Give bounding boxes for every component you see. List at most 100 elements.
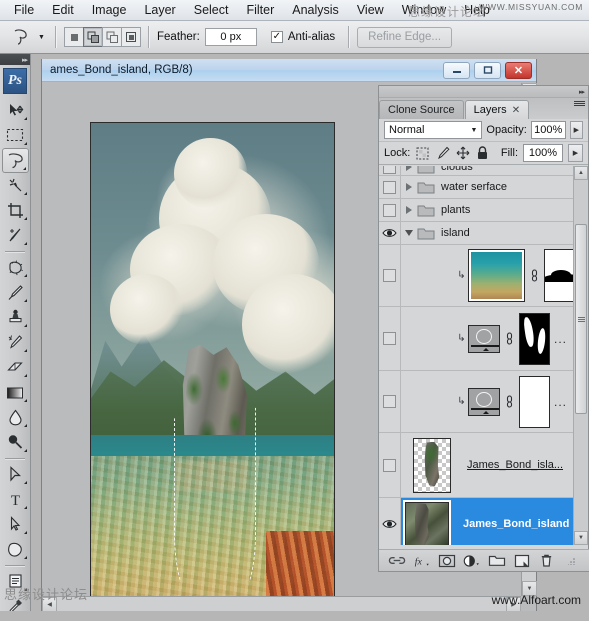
panel-scroll-down-arrow-icon[interactable]: ▼ (574, 531, 588, 545)
layer-thumbnail-adjustment-1[interactable] (468, 324, 500, 353)
disclosure-plants[interactable] (401, 206, 417, 214)
layer-thumbnail-adjustment-2[interactable] (468, 387, 500, 416)
move-tool-flyout-triangle-icon[interactable] (21, 117, 27, 120)
layer-visibility-cell-adjustment-1[interactable] (379, 307, 401, 370)
layer-mask-thumbnail-adjustment-1[interactable] (519, 312, 550, 365)
layer-row-plants[interactable]: plants (379, 199, 575, 222)
slice-tool[interactable] (0, 223, 30, 248)
visibility-toggle-reef-photo[interactable] (383, 269, 396, 282)
layer-visibility-cell-reef-photo[interactable] (379, 245, 401, 306)
blend-mode-select[interactable]: Normal ▼ (384, 121, 483, 139)
clone-stamp-tool[interactable] (0, 305, 30, 330)
menu-layer[interactable]: Layer (135, 1, 184, 20)
brush-tool[interactable] (0, 280, 30, 305)
pen-tool[interactable] (0, 462, 30, 487)
eraser-tool-flyout-triangle-icon[interactable] (21, 374, 27, 377)
visibility-toggle-adjustment-1[interactable] (383, 332, 396, 345)
feather-input[interactable]: 0 px (204, 28, 257, 46)
layer-visibility-cell-island[interactable] (379, 222, 401, 244)
lasso-icon[interactable] (6, 24, 36, 50)
blur-tool[interactable] (0, 405, 30, 430)
clone-stamp-flyout-triangle-icon[interactable] (21, 324, 27, 327)
disclosure-clouds[interactable] (401, 166, 417, 171)
panel-menu-icon[interactable] (574, 101, 585, 106)
lasso-tool[interactable] (2, 148, 29, 173)
tab-layers[interactable]: Layers ✕ (464, 100, 530, 119)
new-group-button[interactable] (488, 553, 506, 569)
lasso-tool-flyout-triangle-icon[interactable] (20, 167, 26, 170)
layer-visibility-cell-james-bond-island[interactable] (379, 498, 401, 545)
crop-tool-flyout-triangle-icon[interactable] (21, 217, 27, 220)
dodge-tool-flyout-triangle-icon[interactable] (21, 449, 27, 452)
gradient-tool[interactable] (0, 380, 30, 405)
layer-visibility-cell-james-bond-isla-copy[interactable] (379, 433, 401, 497)
lock-image-pixels-icon[interactable] (435, 146, 450, 161)
layer-thumbnail-james-bond-island[interactable] (405, 502, 449, 545)
lock-transparent-pixels-icon[interactable] (415, 146, 430, 161)
document-title-bar[interactable]: ames_Bond_island, RGB/8) ✕ (42, 59, 536, 82)
patch-tool-flyout-triangle-icon[interactable] (21, 274, 27, 277)
menu-edit[interactable]: Edit (43, 1, 83, 20)
menu-file[interactable]: File (5, 1, 43, 20)
layer-style-button[interactable]: fx (413, 553, 431, 569)
tab-clone-source[interactable]: Clone Source (379, 100, 464, 119)
custom-shape-flyout-triangle-icon[interactable] (21, 556, 27, 559)
layer-visibility-cell-plants[interactable] (379, 199, 401, 221)
layer-list[interactable]: clouds water serface plants island ↳ ↳ .… (379, 166, 575, 545)
add-to-selection-button[interactable] (83, 27, 103, 47)
rectangular-marquee-tool[interactable] (0, 123, 30, 148)
menu-analysis[interactable]: Analysis (283, 1, 348, 20)
eraser-tool[interactable] (0, 355, 30, 380)
eye-icon[interactable] (382, 518, 397, 530)
layer-row-james-bond-island[interactable]: James_Bond_island (379, 498, 575, 545)
visibility-toggle-water-serface[interactable] (383, 180, 396, 194)
lock-position-icon[interactable] (455, 146, 470, 161)
layer-thumbnail-james-bond-isla-copy[interactable] (413, 437, 451, 493)
layers-panel-scrollbar[interactable]: ▲ ▼ (573, 166, 588, 545)
slice-tool-flyout-triangle-icon[interactable] (21, 242, 27, 245)
move-tool[interactable] (0, 98, 30, 123)
marquee-tool-flyout-triangle-icon[interactable] (21, 142, 27, 145)
close-icon[interactable]: ✕ (512, 105, 520, 116)
custom-shape-tool[interactable] (0, 537, 30, 562)
new-selection-button[interactable] (64, 27, 84, 47)
quick-selection-flyout-triangle-icon[interactable] (21, 192, 27, 195)
layer-row-adjustment-1[interactable]: ↳ ... (379, 307, 575, 371)
new-adjustment-layer-button[interactable] (463, 553, 481, 569)
layer-row-water-serface[interactable]: water serface (379, 176, 575, 199)
crop-tool[interactable] (0, 198, 30, 223)
history-brush-tool[interactable] (0, 330, 30, 355)
toolbar-collapse-handle[interactable]: ▸▸ (0, 54, 30, 65)
anti-alias-checkbox[interactable]: ✓ (270, 31, 283, 43)
add-layer-mask-button[interactable] (438, 553, 456, 569)
pen-tool-flyout-triangle-icon[interactable] (21, 481, 27, 484)
layer-thumbnail-reef-photo[interactable] (468, 249, 525, 302)
layer-visibility-cell-clouds[interactable] (379, 166, 401, 175)
panel-resize-grip-icon[interactable] (563, 553, 581, 569)
link-layers-button[interactable] (388, 553, 406, 569)
blur-tool-flyout-triangle-icon[interactable] (21, 424, 27, 427)
layer-row-island[interactable]: island (379, 222, 575, 245)
canvas-horizontal-scrollbar[interactable]: ◀ ▶ (42, 596, 521, 612)
fill-slider-button[interactable]: ▶ (568, 144, 583, 162)
disclosure-island[interactable] (401, 230, 417, 236)
visibility-toggle-james-bond-isla-copy[interactable] (383, 458, 396, 472)
visibility-toggle-plants[interactable] (383, 203, 396, 217)
path-selection-tool[interactable] (0, 512, 30, 537)
menu-image[interactable]: Image (83, 1, 136, 20)
mask-link-icon[interactable] (504, 332, 515, 346)
menu-filter[interactable]: Filter (237, 1, 283, 20)
visibility-toggle-adjustment-2[interactable] (383, 395, 396, 408)
subtract-from-selection-button[interactable] (102, 27, 122, 47)
eye-icon[interactable] (382, 227, 397, 239)
tool-preset-chevron-down-icon[interactable]: ▼ (36, 24, 47, 50)
mask-link-icon[interactable] (504, 395, 515, 409)
opacity-slider-button[interactable]: ▶ (569, 121, 583, 139)
layer-visibility-cell-adjustment-2[interactable] (379, 371, 401, 432)
lock-all-icon[interactable] (475, 146, 490, 161)
path-selection-flyout-triangle-icon[interactable] (21, 531, 27, 534)
panel-collapse-handle[interactable]: ▸▸ (379, 86, 588, 98)
dodge-tool[interactable] (0, 430, 30, 455)
patch-tool[interactable] (0, 255, 30, 280)
maximize-button[interactable] (474, 61, 501, 79)
